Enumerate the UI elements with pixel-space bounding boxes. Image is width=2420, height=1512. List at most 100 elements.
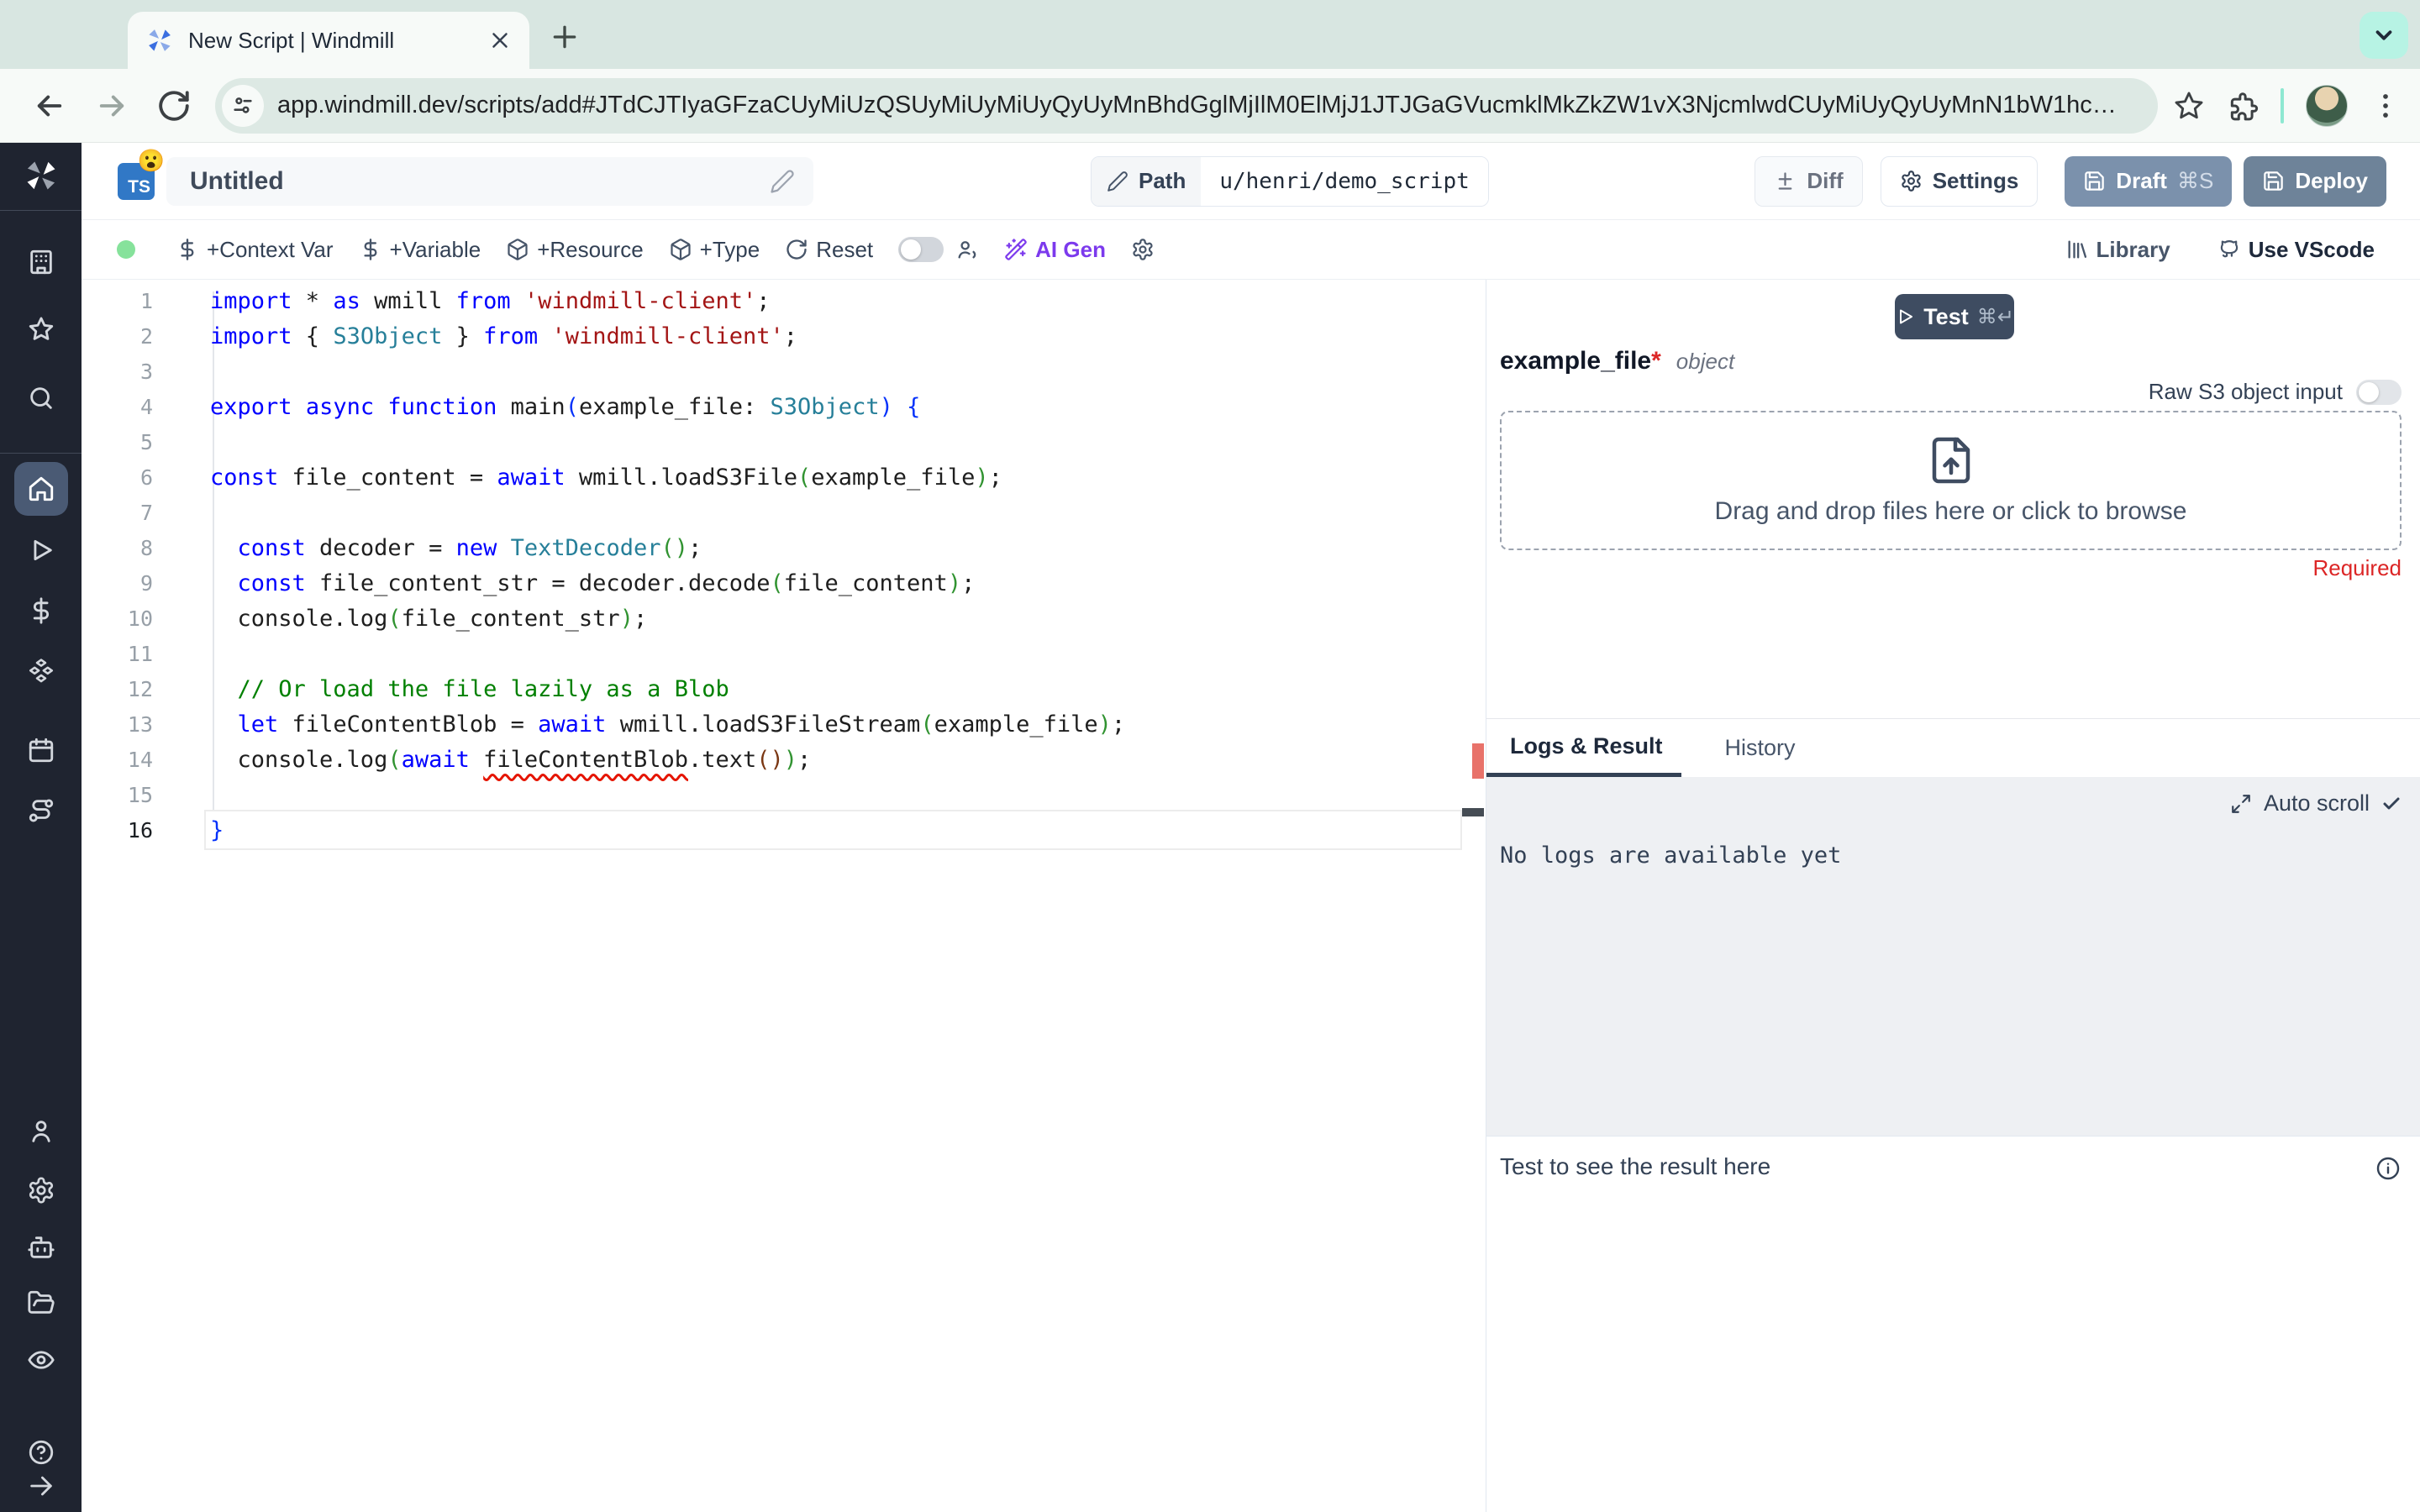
draft-button[interactable]: Draft ⌘S	[2065, 155, 2233, 207]
sidebar-item-expand[interactable]	[27, 1472, 55, 1500]
sidebar-item-runs[interactable]	[27, 536, 55, 564]
line-number: 12	[127, 677, 153, 701]
site-settings-icon[interactable]	[222, 84, 264, 127]
tab-search-button[interactable]	[2360, 12, 2408, 59]
add-variable-button[interactable]: +Variable	[359, 237, 481, 263]
robot-icon	[27, 1236, 55, 1258]
sidebar-item-resources[interactable]	[27, 657, 55, 685]
line-number: 3	[139, 360, 153, 384]
url-bar[interactable]: app.windmill.dev/scripts/add#JTdCJTIyaGF…	[215, 77, 2158, 134]
sidebar-item-user[interactable]	[27, 1117, 55, 1146]
code-line[interactable]: 8 const decoder = new TextDecoder();	[82, 531, 1486, 566]
bookmark-star-icon[interactable]	[2173, 90, 2205, 122]
info-icon[interactable]	[2375, 1155, 2402, 1182]
sidebar-item-home[interactable]	[13, 462, 68, 516]
main-area: TS 😮 Untitled Path u/henri/demo_script D…	[82, 143, 2420, 1512]
line-number: 6	[139, 465, 153, 490]
app-sidebar	[0, 143, 82, 1512]
profile-avatar[interactable]	[2306, 84, 2348, 127]
code-line[interactable]: 11	[82, 637, 1486, 672]
tab-logs-result[interactable]: Logs & Result	[1486, 719, 1681, 777]
multiplayer-toggle[interactable]	[898, 237, 979, 262]
add-type-button[interactable]: +Type	[669, 237, 760, 263]
reset-button[interactable]: Reset	[785, 237, 873, 263]
code-line[interactable]: 15	[82, 778, 1486, 813]
tab-history[interactable]: History	[1702, 719, 1814, 777]
add-resource-button[interactable]: +Resource	[506, 236, 644, 263]
star-icon	[29, 317, 53, 340]
sidebar-item-search[interactable]	[27, 384, 55, 412]
browser-tab[interactable]: New Script | Windmill	[128, 12, 529, 69]
raw-s3-row: Raw S3 object input	[2149, 379, 2402, 405]
gear-icon	[1902, 171, 1921, 192]
code-line[interactable]: 6 const file_content = await wmill.loadS3…	[82, 460, 1486, 496]
ai-gen-button[interactable]: AI Gen	[1004, 237, 1106, 263]
diff-button[interactable]: Diff	[1754, 155, 1863, 207]
code-line[interactable]: 9 const file_content_str = decoder.decod…	[82, 566, 1486, 601]
deploy-button[interactable]: Deploy	[2244, 155, 2386, 207]
settings-button[interactable]: Settings	[1880, 155, 2039, 207]
test-shortcut: ⌘↵	[1976, 305, 2014, 328]
sidebar-item-folders[interactable]	[27, 1289, 55, 1317]
code-line[interactable]: 13 let fileContentBlob = await wmill.loa…	[82, 707, 1486, 743]
sidebar-item-help[interactable]	[27, 1438, 55, 1467]
logs-body: Auto scroll No logs are available yet	[1486, 777, 2420, 1136]
code-line[interactable]: 5	[82, 425, 1486, 460]
scrollbar-thumb[interactable]	[1462, 808, 1484, 816]
auto-scroll-control[interactable]: Auto scroll	[2230, 790, 2402, 816]
argument-type: object	[1676, 349, 1735, 374]
code-line[interactable]: 4 export async function main(example_file…	[82, 390, 1486, 425]
required-label: Required	[2312, 555, 2402, 580]
code-line[interactable]: 2 import { S3Object } from 'windmill-clie…	[82, 319, 1486, 354]
code-line[interactable]: 16}	[82, 813, 1486, 848]
dollar-icon	[181, 239, 194, 260]
sidebar-item-workers[interactable]	[27, 1233, 55, 1262]
library-button[interactable]: Library	[2065, 237, 2170, 263]
sidebar-item-workspace[interactable]	[27, 248, 55, 276]
code-lines[interactable]: 1 import * as wmill from 'windmill-client…	[82, 280, 1486, 848]
extensions-icon[interactable]	[2227, 90, 2259, 122]
calendar-icon	[29, 738, 53, 763]
code-line[interactable]: 12 // Or load the file lazily as a Blob	[82, 672, 1486, 707]
add-resource-label: +Resource	[537, 236, 644, 262]
sidebar-item-schedules[interactable]	[27, 736, 55, 764]
line-number: 16	[127, 818, 153, 843]
code-line[interactable]: 7	[82, 496, 1486, 531]
new-tab-icon[interactable]	[548, 20, 581, 54]
script-title-field[interactable]: Untitled	[166, 156, 813, 206]
back-icon[interactable]	[32, 88, 67, 123]
file-dropzone[interactable]: Drag and drop files here or click to bro…	[1500, 411, 2402, 550]
add-context-var-button[interactable]: +Context Var	[176, 237, 334, 263]
ai-gen-label: AI Gen	[1035, 236, 1106, 262]
use-vscode-button[interactable]: Use VScode	[2217, 237, 2375, 263]
sidebar-item-variables[interactable]	[27, 596, 55, 625]
code-line[interactable]: 10 console.log(file_content_str);	[82, 601, 1486, 637]
forward-icon[interactable]	[94, 88, 129, 123]
windmill-logo[interactable]	[22, 156, 60, 195]
multiplayer-switch[interactable]	[898, 237, 944, 262]
raw-s3-toggle[interactable]	[2356, 379, 2402, 405]
code-line[interactable]: 3	[82, 354, 1486, 390]
browser-tabstrip: New Script | Windmill	[0, 0, 2420, 69]
script-title: Untitled	[190, 166, 284, 195]
sidebar-divider	[0, 453, 82, 454]
test-button[interactable]: Test ⌘↵	[1895, 294, 2014, 339]
sidebar-item-settings[interactable]	[27, 1176, 55, 1205]
reload-icon[interactable]	[156, 88, 192, 123]
code-line[interactable]: 14 console.log(await fileContentBlob.tex…	[82, 743, 1486, 778]
path-group[interactable]: Path u/henri/demo_script	[1091, 155, 1489, 207]
sidebar-item-flows[interactable]	[27, 796, 55, 825]
sidebar-item-audit-logs[interactable]	[27, 1346, 55, 1374]
tab-close-icon[interactable]	[487, 28, 513, 53]
sidebar-item-favorites[interactable]	[27, 315, 55, 344]
browser-menu-icon[interactable]	[2370, 90, 2402, 122]
url-text[interactable]: app.windmill.dev/scripts/add#JTdCJTIyaGF…	[277, 92, 2136, 119]
path-label: Path	[1139, 168, 1186, 193]
code-line[interactable]: 1 import * as wmill from 'windmill-client…	[82, 284, 1486, 319]
code-editor[interactable]: 1 import * as wmill from 'windmill-client…	[82, 280, 1486, 1512]
tab-title: New Script | Windmill	[188, 27, 395, 53]
edit-title-icon[interactable]	[770, 169, 795, 194]
path-button[interactable]: Path	[1092, 156, 1202, 206]
add-variable-label: +Variable	[389, 236, 481, 262]
editor-settings-button[interactable]	[1131, 238, 1155, 261]
